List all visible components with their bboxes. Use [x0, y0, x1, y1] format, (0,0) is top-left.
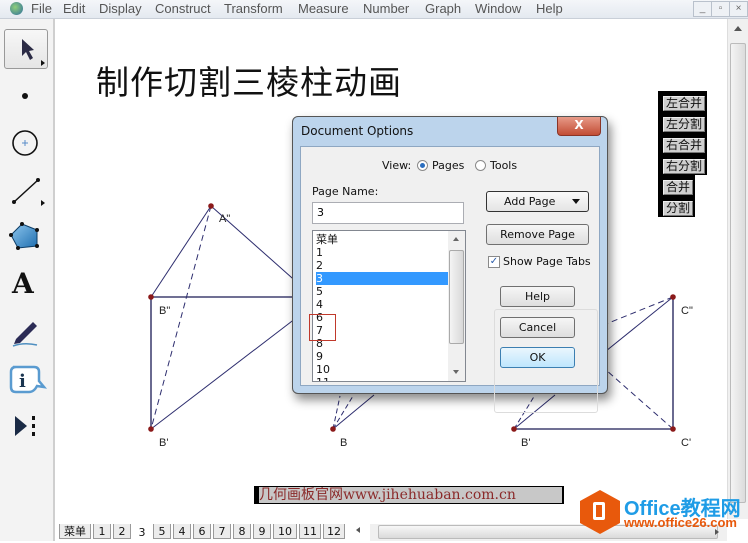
action-button-label: 右分割: [663, 159, 706, 174]
point-b[interactable]: [330, 426, 336, 432]
scroll-left-icon[interactable]: [356, 527, 360, 533]
action-button-label: 左分割: [663, 117, 706, 132]
action-button-left-split[interactable]: 左分割: [658, 112, 708, 133]
page-tab-10[interactable]: 10: [273, 524, 297, 539]
page-tab-2[interactable]: 2: [113, 524, 131, 539]
page-tab-11[interactable]: 11: [299, 524, 321, 539]
view-pages-radio[interactable]: [417, 160, 428, 171]
label-b1-right: B': [521, 437, 530, 449]
website-caption-text: 几何画板官网www.jihehuaban.com.cn: [259, 487, 562, 503]
list-scroll-thumb[interactable]: [449, 250, 464, 344]
list-item[interactable]: 菜单: [316, 233, 448, 246]
point-b1[interactable]: [148, 426, 154, 432]
add-page-label: Add Page: [504, 195, 556, 208]
scroll-up-icon[interactable]: [734, 26, 742, 31]
segment-a2-b2: [150, 205, 212, 298]
page-tab-6[interactable]: 6: [193, 524, 211, 539]
page-tab-5[interactable]: 5: [153, 524, 171, 539]
document-options-dialog: Document Options X View: Pages Tools Pag…: [292, 116, 608, 413]
page-tab-menu[interactable]: 菜单: [59, 524, 91, 539]
segment-b1-right: [150, 314, 301, 430]
list-item[interactable]: 7: [316, 324, 448, 337]
dashed-c1-left: [605, 369, 674, 430]
label-c1: C': [681, 437, 691, 449]
vertical-scrollbar[interactable]: [727, 19, 748, 519]
list-item[interactable]: 6: [316, 311, 448, 324]
list-item[interactable]: 5: [316, 285, 448, 298]
label-b2: B": [159, 305, 170, 317]
dashed-a2-b1: [150, 205, 212, 430]
list-item-selected[interactable]: 3: [316, 272, 448, 285]
label-c2: C": [681, 305, 693, 317]
show-page-tabs-label[interactable]: Show Page Tabs: [503, 255, 591, 268]
page-tab-8[interactable]: 8: [233, 524, 251, 539]
help-button[interactable]: Help: [500, 286, 575, 307]
action-button-label: 右合并: [663, 138, 706, 153]
page-name-label: Page Name:: [312, 185, 379, 198]
view-label: View:: [382, 159, 412, 172]
page-tab-1[interactable]: 1: [93, 524, 111, 539]
show-page-tabs-checkbox[interactable]: ✓: [488, 256, 500, 268]
action-button-right-split[interactable]: 右分割: [658, 154, 708, 175]
page-title: 制作切割三棱柱动画: [96, 63, 402, 102]
watermark-url: www.office26.com: [624, 515, 737, 530]
action-button-label: 左合并: [663, 96, 706, 111]
page-name-input[interactable]: 3: [312, 202, 464, 224]
list-scrollbar[interactable]: [448, 231, 465, 381]
dashed-c2-left: [605, 296, 674, 325]
point-b2[interactable]: [148, 294, 154, 300]
dialog-close-button[interactable]: X: [557, 117, 601, 136]
ok-button[interactable]: OK: [500, 347, 575, 368]
list-item[interactable]: 10: [316, 363, 448, 376]
view-tools-radio[interactable]: [475, 160, 486, 171]
page-tab-9[interactable]: 9: [253, 524, 271, 539]
list-item[interactable]: 4: [316, 298, 448, 311]
action-button-label: 合并: [663, 180, 694, 195]
action-button-merge[interactable]: 合并: [658, 175, 696, 196]
list-item[interactable]: 11: [316, 376, 448, 381]
page-tab-12[interactable]: 12: [323, 524, 345, 539]
dialog-title: Document Options: [301, 124, 414, 138]
remove-page-button[interactable]: Remove Page: [486, 224, 589, 245]
page-tab-7[interactable]: 7: [213, 524, 231, 539]
website-caption: 几何画板官网www.jihehuaban.com.cn: [254, 486, 564, 504]
segment-c2-left: [605, 296, 674, 352]
cancel-button[interactable]: Cancel: [500, 317, 575, 338]
segment-b: [332, 394, 375, 430]
page-tab-4[interactable]: 4: [173, 524, 191, 539]
pages-listbox[interactable]: 菜单 1 2 3 5 4 6 7 8 9 10 11: [312, 230, 466, 382]
list-scroll-down-icon[interactable]: [453, 370, 459, 374]
list-scroll-up-icon[interactable]: [453, 237, 459, 241]
point-c1[interactable]: [670, 426, 676, 432]
vertical-scroll-thumb[interactable]: [730, 43, 746, 503]
list-item[interactable]: 8: [316, 337, 448, 350]
page-tab-3[interactable]: 3: [133, 522, 151, 541]
point-c2[interactable]: [670, 294, 676, 300]
view-pages-label[interactable]: Pages: [432, 159, 464, 172]
list-item[interactable]: 9: [316, 350, 448, 363]
list-item[interactable]: 2: [316, 259, 448, 272]
action-button-label: 分割: [663, 201, 694, 216]
label-a2: A": [219, 213, 230, 225]
list-item[interactable]: 1: [316, 246, 448, 259]
dropdown-arrow-icon: [572, 199, 580, 204]
dialog-body: View: Pages Tools Page Name: 3 菜单 1 2 3 …: [300, 146, 600, 413]
point-b1-right[interactable]: [511, 426, 517, 432]
action-button-left-merge[interactable]: 左合并: [658, 91, 708, 112]
label-b: B: [340, 437, 347, 449]
add-page-button[interactable]: Add Page: [486, 191, 589, 212]
point-a2[interactable]: [208, 203, 214, 209]
action-button-right-merge[interactable]: 右合并: [658, 133, 708, 154]
view-tools-label[interactable]: Tools: [490, 159, 517, 172]
action-button-split[interactable]: 分割: [658, 196, 696, 217]
label-b1: B': [159, 437, 168, 449]
